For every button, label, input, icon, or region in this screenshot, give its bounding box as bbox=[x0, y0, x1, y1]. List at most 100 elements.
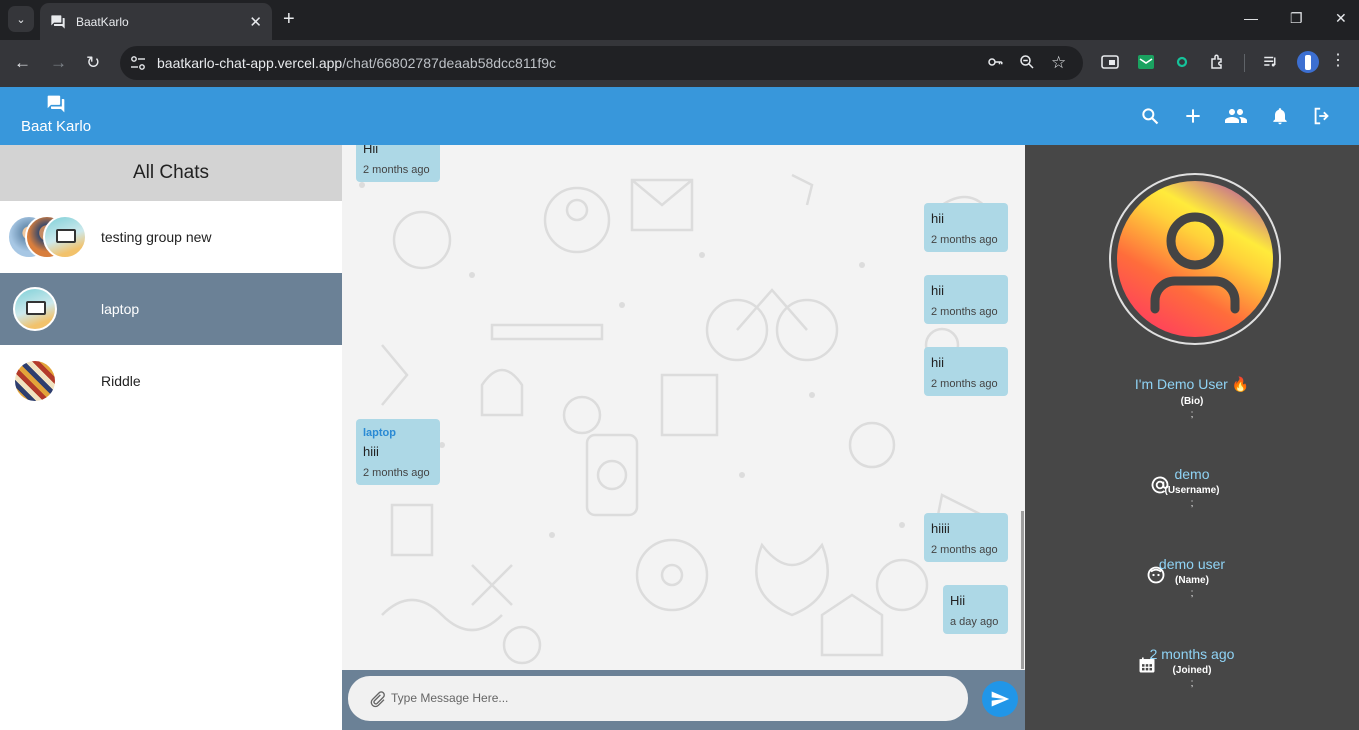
message-bubble-sent: hii 2 months ago bbox=[924, 203, 1008, 252]
message-bubble-sent: hii 2 months ago bbox=[924, 275, 1008, 324]
message-text: hii bbox=[931, 355, 945, 370]
minimize-icon[interactable]: — bbox=[1244, 10, 1258, 26]
send-icon bbox=[991, 691, 1010, 707]
bio-value: I'm Demo User 🔥 bbox=[1134, 376, 1250, 392]
restore-icon[interactable]: ❐ bbox=[1290, 10, 1303, 27]
mail-extension-icon[interactable] bbox=[1137, 53, 1155, 71]
username-label: (Username) bbox=[1164, 485, 1220, 496]
new-tab-button[interactable]: + bbox=[283, 8, 295, 30]
browser-tab[interactable]: BaatKarlo ✕ bbox=[40, 3, 272, 40]
chat-avatar bbox=[13, 287, 57, 331]
grammar-extension-icon[interactable] bbox=[1173, 53, 1191, 71]
search-button[interactable] bbox=[1138, 104, 1162, 128]
message-bubble-sent: hiiii 2 months ago bbox=[924, 513, 1008, 562]
profile-panel: I'm Demo User 🔥 (Bio) ; demo (Username) … bbox=[1025, 145, 1359, 730]
chat-list-title: All Chats bbox=[0, 145, 342, 201]
chat-item-label: laptop bbox=[101, 301, 140, 317]
toolbar-divider bbox=[1244, 54, 1245, 72]
key-icon[interactable] bbox=[986, 53, 1004, 76]
chat-avatar bbox=[13, 359, 57, 403]
chat-list-sidebar: All Chats testing group new laptop Riddl… bbox=[0, 145, 342, 730]
name-value: demo user bbox=[1158, 556, 1226, 572]
attach-icon[interactable] bbox=[368, 688, 386, 710]
message-bubble-received: laptop hiii 2 months ago bbox=[356, 419, 440, 485]
address-bar: ← → ↻ baatkarlo-chat-app.vercel.app/chat… bbox=[0, 40, 1359, 87]
logout-icon bbox=[1314, 107, 1329, 125]
message-text: hii bbox=[931, 283, 945, 298]
messages-scrollbar[interactable] bbox=[1021, 511, 1024, 669]
chat-item-label: testing group new bbox=[101, 229, 212, 245]
reload-icon[interactable]: ↻ bbox=[86, 53, 100, 73]
profile-joined: 2 months ago (Joined) ; bbox=[1025, 646, 1359, 689]
profile-bio: I'm Demo User 🔥 (Bio) ; bbox=[1025, 376, 1359, 420]
message-time: a day ago bbox=[950, 616, 999, 628]
extensions-puzzle-icon[interactable] bbox=[1209, 53, 1227, 71]
search-icon bbox=[1142, 108, 1159, 125]
message-time: 2 months ago bbox=[363, 467, 430, 479]
group-member-avatar bbox=[43, 215, 87, 259]
message-placeholder: Type Message Here... bbox=[391, 691, 509, 705]
message-text: hii bbox=[931, 211, 945, 226]
group-icon bbox=[1225, 109, 1247, 123]
profile-name: demo user (Name) ; bbox=[1025, 556, 1359, 599]
message-time: 2 months ago bbox=[931, 544, 998, 556]
bio-label: (Bio) bbox=[1180, 396, 1204, 407]
message-time: 2 months ago bbox=[931, 234, 998, 246]
add-icon bbox=[1186, 109, 1200, 123]
chat-background-pattern bbox=[359, 173, 994, 665]
app-header: Baat Karlo bbox=[0, 87, 1359, 145]
logout-button[interactable] bbox=[1310, 104, 1334, 128]
bio-separator: ; bbox=[1190, 409, 1194, 420]
username-value: demo bbox=[1174, 466, 1210, 482]
omnibox[interactable]: baatkarlo-chat-app.vercel.app/chat/66802… bbox=[120, 46, 1083, 80]
media-control-icon[interactable] bbox=[1262, 53, 1280, 71]
profile-avatar bbox=[1117, 181, 1273, 337]
user-icon bbox=[1150, 212, 1240, 314]
browser-tab-bar: ⌄ BaatKarlo ✕ + — ❐ ✕ bbox=[0, 0, 1359, 40]
tab-search-button[interactable]: ⌄ bbox=[8, 6, 34, 32]
message-time: 2 months ago bbox=[931, 378, 998, 390]
forward-icon[interactable]: → bbox=[50, 53, 67, 73]
back-icon[interactable]: ← bbox=[14, 53, 31, 73]
message-text: Hii bbox=[950, 593, 966, 608]
manage-groups-button[interactable] bbox=[1224, 104, 1248, 128]
message-bubble-sent: hii 2 months ago bbox=[924, 347, 1008, 396]
compose-bar: Type Message Here... bbox=[342, 670, 1025, 730]
brand-name[interactable]: Baat Karlo bbox=[21, 118, 91, 135]
url-text: baatkarlo-chat-app.vercel.app/chat/66802… bbox=[157, 55, 557, 71]
bookmark-star-icon[interactable]: ☆ bbox=[1051, 53, 1066, 73]
bell-icon bbox=[1273, 108, 1287, 125]
send-button[interactable] bbox=[982, 681, 1018, 717]
name-label: (Name) bbox=[1175, 575, 1209, 586]
site-info-icon[interactable] bbox=[130, 55, 146, 71]
profile-avatar-icon[interactable] bbox=[1297, 51, 1319, 73]
message-time: 2 months ago bbox=[931, 306, 998, 318]
chat-item-label: Riddle bbox=[101, 373, 141, 389]
message-text: Hii bbox=[363, 145, 379, 156]
new-group-button[interactable] bbox=[1181, 104, 1205, 128]
chat-item-testing-group-new[interactable]: testing group new bbox=[0, 201, 342, 273]
tab-close-icon[interactable]: ✕ bbox=[249, 13, 262, 31]
message-time: 2 months ago bbox=[363, 164, 430, 176]
chat-item-laptop[interactable]: laptop bbox=[0, 273, 342, 345]
window-close-icon[interactable]: ✕ bbox=[1335, 10, 1347, 27]
zoom-icon[interactable] bbox=[1018, 53, 1036, 76]
chrome-menu-icon[interactable]: ⋮ bbox=[1330, 51, 1346, 71]
message-text: hiiii bbox=[931, 521, 950, 536]
message-sender: laptop bbox=[363, 427, 396, 439]
brand-chat-icon bbox=[47, 95, 65, 113]
joined-label: (Joined) bbox=[1172, 665, 1212, 676]
joined-separator: ; bbox=[1190, 678, 1194, 689]
notifications-button[interactable] bbox=[1268, 104, 1292, 128]
joined-value: 2 months ago bbox=[1149, 646, 1235, 662]
tab-search-extension-icon[interactable] bbox=[1101, 53, 1119, 71]
message-input[interactable]: Type Message Here... bbox=[348, 676, 968, 721]
username-separator: ; bbox=[1190, 498, 1194, 509]
message-text: hiii bbox=[363, 444, 379, 459]
profile-username: demo (Username) ; bbox=[1025, 466, 1359, 509]
chat-messages-area[interactable]: Hii 2 months ago hii 2 months ago hii 2 … bbox=[342, 145, 1025, 670]
name-separator: ; bbox=[1190, 588, 1194, 599]
message-bubble-sent: Hii a day ago bbox=[943, 585, 1008, 634]
chat-item-riddle[interactable]: Riddle bbox=[0, 345, 342, 417]
chat-favicon-icon bbox=[50, 14, 66, 30]
